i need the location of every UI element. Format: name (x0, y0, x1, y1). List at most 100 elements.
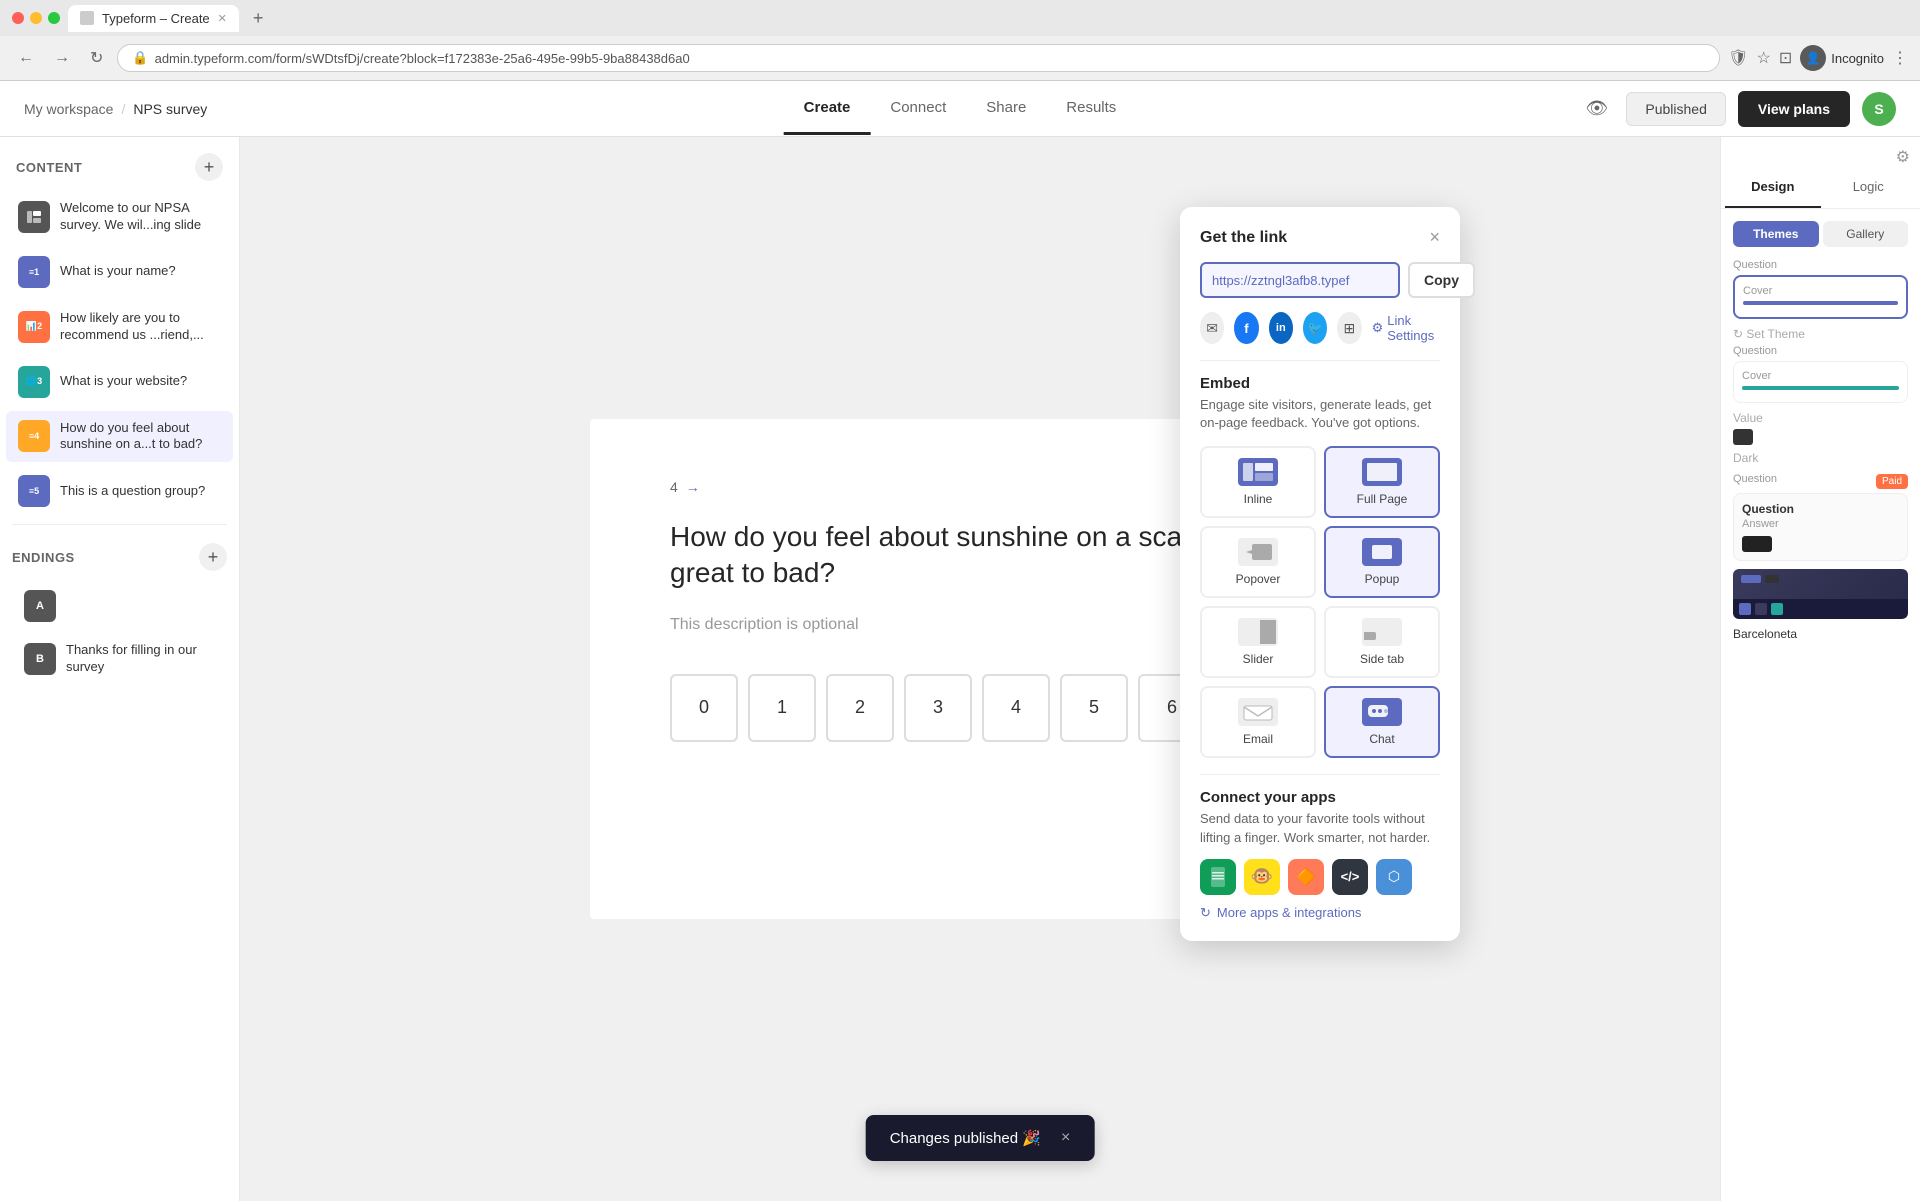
facebook-share-icon[interactable]: f (1234, 312, 1258, 344)
scale-btn-3[interactable]: 3 (904, 674, 972, 742)
link-input[interactable] (1200, 262, 1400, 298)
refresh-btn[interactable]: ↻ (84, 44, 109, 72)
copy-btn[interactable]: Copy (1408, 262, 1475, 298)
grid-share-icon[interactable]: ⊞ (1337, 312, 1361, 344)
themes-tab[interactable]: Themes (1733, 221, 1819, 247)
zapier-icon[interactable]: ⬡ (1376, 859, 1412, 895)
embed-option-popover[interactable]: Popover (1200, 526, 1316, 598)
scale-btn-5[interactable]: 5 (1060, 674, 1128, 742)
value-label-section: Value (1733, 411, 1908, 445)
answer-label: Answer (1742, 518, 1899, 530)
split-view-icon[interactable]: ⊡ (1779, 48, 1792, 68)
popup-title: Get the link (1200, 229, 1287, 247)
sidebar-ending-a[interactable]: A (12, 581, 227, 631)
question-card-2[interactable]: Cover (1733, 361, 1908, 403)
preview-btn[interactable]: 👁 (1580, 92, 1615, 125)
browser-nav: ← → ↻ 🔒 admin.typeform.com/form/sWDtsfDj… (0, 36, 1920, 80)
minimize-dot[interactable] (30, 12, 42, 24)
embed-options-grid: Inline Full Page (1200, 446, 1440, 758)
embed-option-fullpage[interactable]: Full Page (1324, 446, 1440, 518)
popup-divider-2 (1200, 774, 1440, 775)
email-share-icon[interactable]: ✉ (1200, 312, 1224, 344)
sidebar-item-q4[interactable]: ≡4 How do you feel about sunshine on a..… (6, 411, 233, 463)
incognito-label: Incognito (1831, 51, 1884, 66)
color-swatch-dark (1733, 429, 1753, 445)
popup-close-btn[interactable]: × (1429, 227, 1440, 248)
tab-connect[interactable]: Connect (870, 83, 966, 135)
published-btn[interactable]: Published (1626, 92, 1726, 126)
sidebar-item-q1[interactable]: ≡1 What is your name? (6, 247, 233, 297)
breadcrumb-workspace[interactable]: My workspace (24, 101, 113, 117)
forward-btn[interactable]: → (48, 45, 76, 71)
value-label: Value (1733, 411, 1908, 425)
sidebar-item-slide[interactable]: Welcome to our NPSA survey. We wil...ing… (6, 191, 233, 243)
new-tab-btn[interactable]: + (247, 8, 270, 29)
q3-icon: 🌐3 (18, 366, 50, 398)
share-popup: Get the link × Copy ✉ f in 🐦 ⊞ (1180, 207, 1460, 941)
hubspot-icon[interactable]: 🔶 (1288, 859, 1324, 895)
slide-icon (18, 201, 50, 233)
question-card-1[interactable]: Cover (1733, 275, 1908, 319)
breadcrumb-separator: / (121, 101, 125, 117)
menu-btn[interactable]: ⋮ (1892, 48, 1908, 68)
embed-option-inline[interactable]: Inline (1200, 446, 1316, 518)
code-icon[interactable]: </> (1332, 859, 1368, 895)
tab-logic[interactable]: Logic (1821, 167, 1917, 208)
tab-close-btn[interactable]: ✕ (218, 12, 227, 25)
toast-close-btn[interactable]: × (1061, 1129, 1070, 1147)
view-plans-btn[interactable]: View plans (1738, 91, 1850, 127)
theme-preview-bottom (1733, 599, 1908, 619)
connect-title: Connect your apps (1200, 789, 1440, 806)
close-dot[interactable] (12, 12, 24, 24)
endings-add-btn[interactable]: + (199, 543, 227, 571)
settings-icon[interactable]: ⚙ (1896, 147, 1910, 167)
extension-icon[interactable]: 🛡 (1728, 48, 1748, 68)
sidebar-item-q5[interactable]: ≡5 This is a question group? (6, 466, 233, 516)
right-panel: ⚙ Design Logic Themes Gallery Question C… (1720, 137, 1920, 1201)
gallery-tab[interactable]: Gallery (1823, 221, 1909, 247)
embed-option-popup[interactable]: Popup (1324, 526, 1440, 598)
sidebar-header: Content + (0, 137, 239, 189)
address-bar[interactable]: 🔒 admin.typeform.com/form/sWDtsfDj/creat… (117, 44, 1720, 72)
tab-design[interactable]: Design (1725, 167, 1821, 208)
scale-btn-1[interactable]: 1 (748, 674, 816, 742)
tab-share[interactable]: Share (966, 83, 1046, 135)
scale-btn-2[interactable]: 2 (826, 674, 894, 742)
ending-b-icon: B (24, 643, 56, 675)
theme-preview[interactable] (1733, 569, 1908, 619)
embed-option-email[interactable]: Email (1200, 686, 1316, 758)
embed-option-chat[interactable]: Chat (1324, 686, 1440, 758)
back-btn[interactable]: ← (12, 45, 40, 71)
inline-embed-icon (1238, 458, 1278, 486)
embed-option-slider[interactable]: Slider (1200, 606, 1316, 678)
sidebar-ending-b[interactable]: B Thanks for filling in our survey (12, 633, 227, 685)
q2-icon: 📊2 (18, 311, 50, 343)
embed-option-sidetab[interactable]: Side tab (1324, 606, 1440, 678)
incognito-badge[interactable]: 👤 Incognito (1800, 45, 1884, 71)
browser-tab[interactable]: Typeform – Create ✕ (68, 5, 239, 32)
sidebar-item-q3[interactable]: 🌐3 What is your website? (6, 357, 233, 407)
sidebar: Content + Welcome to our NPSA survey. We… (0, 137, 240, 1201)
user-avatar[interactable]: S (1862, 92, 1896, 126)
right-panel-body: Themes Gallery Question Cover ↻ Set Them… (1721, 209, 1920, 1201)
scale-btn-0[interactable]: 0 (670, 674, 738, 742)
url-display: admin.typeform.com/form/sWDtsfDj/create?… (155, 51, 690, 66)
tab-results[interactable]: Results (1046, 83, 1136, 135)
scale-btn-4[interactable]: 4 (982, 674, 1050, 742)
color-bar-2 (1742, 386, 1899, 390)
linkedin-share-icon[interactable]: in (1269, 312, 1293, 344)
bookmark-icon[interactable]: ☆ (1756, 48, 1770, 68)
twitter-share-icon[interactable]: 🐦 (1303, 312, 1327, 344)
sidebar-item-q2[interactable]: 📊2 How likely are you to recommend us ..… (6, 301, 233, 353)
maximize-dot[interactable] (48, 12, 60, 24)
more-integrations-btn[interactable]: ↻ More apps & integrations (1200, 905, 1440, 921)
right-panel-tabs: Design Logic (1721, 167, 1920, 209)
link-settings-btn[interactable]: ⚙ Link Settings (1372, 313, 1440, 343)
cover-label-2: Cover (1742, 370, 1899, 382)
tab-create[interactable]: Create (784, 83, 871, 135)
google-sheets-icon[interactable] (1200, 859, 1236, 895)
incognito-avatar: 👤 (1800, 45, 1826, 71)
mailchimp-icon[interactable]: 🐵 (1244, 859, 1280, 895)
sidebar-add-btn[interactable]: + (195, 153, 223, 181)
question-card-3[interactable]: Question Answer (1733, 493, 1908, 561)
